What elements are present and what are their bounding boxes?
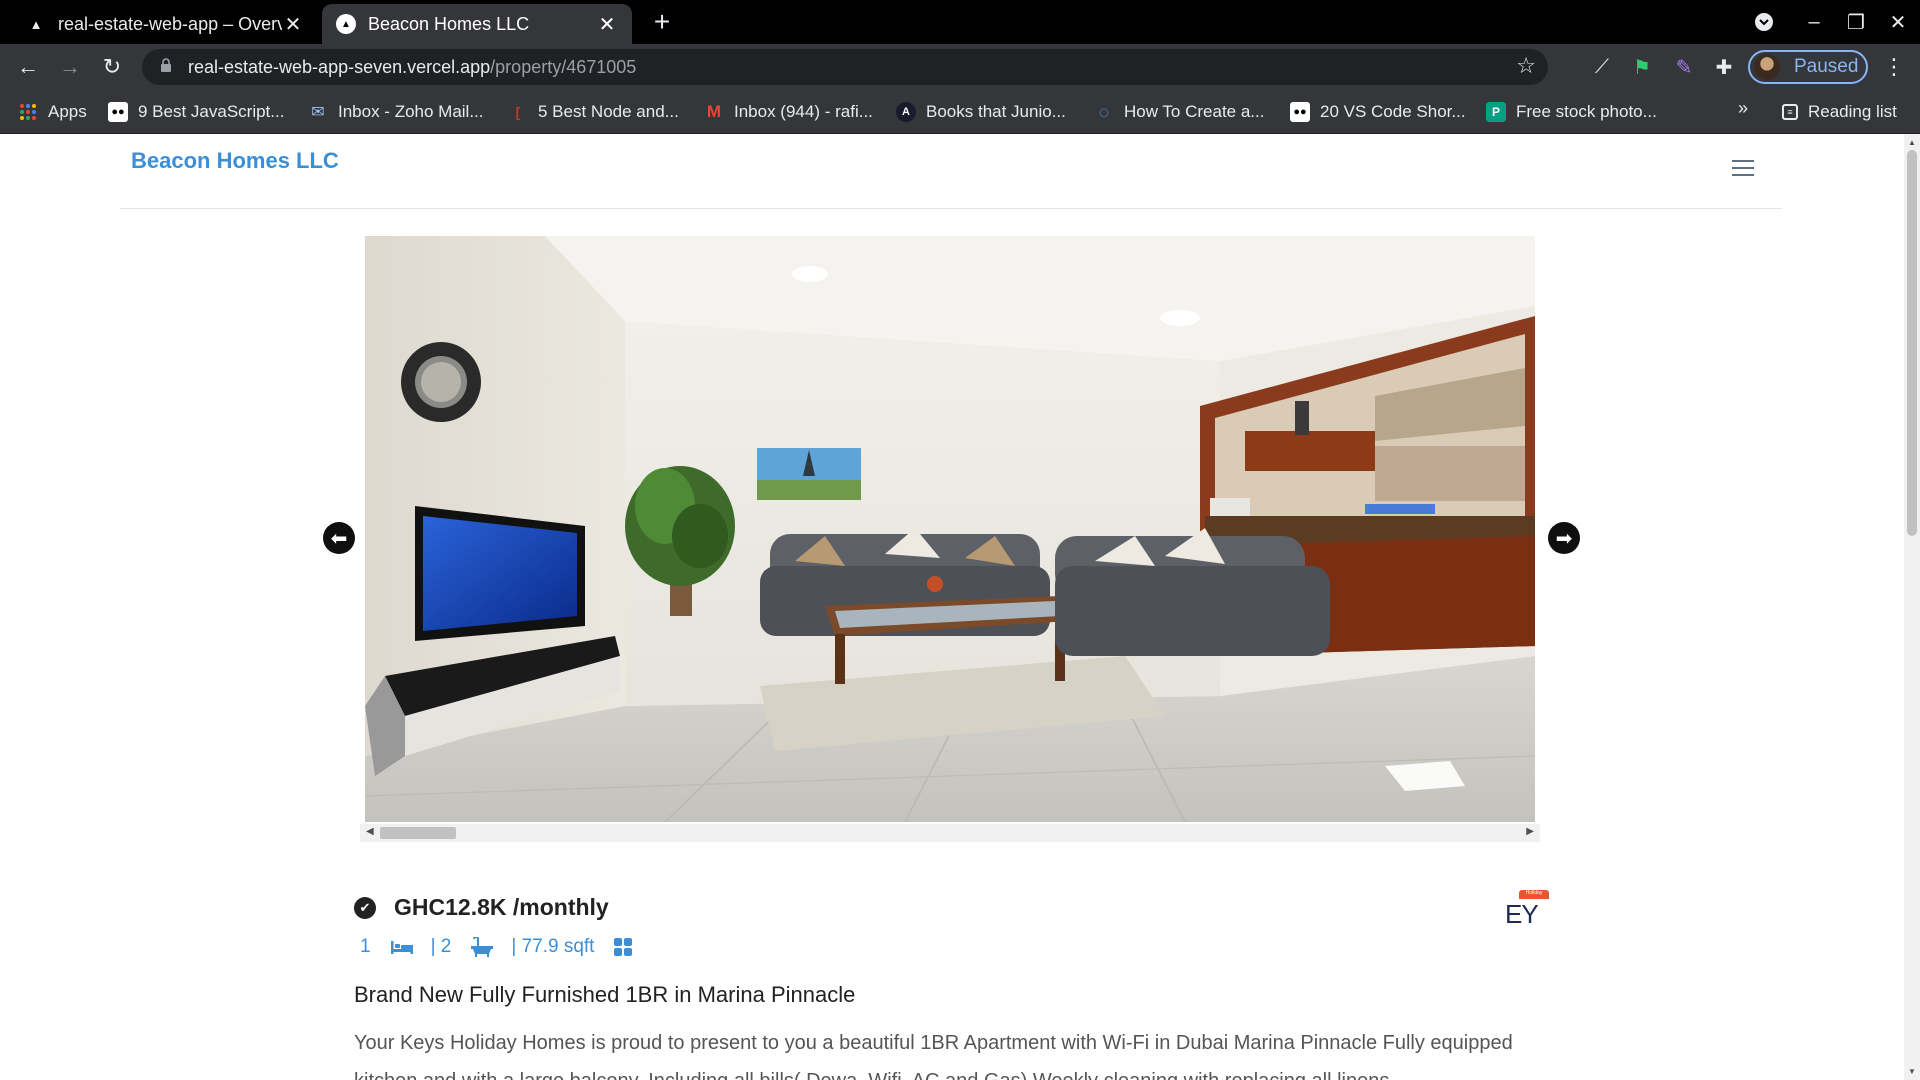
property-specs: 1 | 2 | 77.9 sqft — [360, 936, 650, 958]
extensions-puzzle-icon[interactable]: ✚ — [1710, 53, 1738, 81]
avatar — [1754, 54, 1780, 80]
reading-list-button[interactable]: ≡ Reading list — [1782, 98, 1897, 126]
browser-toolbar: ← → ↻ real-estate-web-app-seven.vercel.a… — [0, 44, 1920, 90]
minimize-button[interactable]: – — [1794, 6, 1834, 38]
browser-tab-bar: ▲ real-estate-web-app – Overview ✕ ▲ Bea… — [0, 0, 1920, 44]
kebab-menu-icon[interactable]: ⋮ — [1880, 53, 1908, 81]
reading-list-label: Reading list — [1808, 102, 1897, 121]
bookmark-label: Books that Junio... — [926, 102, 1066, 121]
bookmarks-bar: Apps ●● 9 Best JavaScript... ✉ Inbox - Z… — [0, 90, 1920, 134]
bookmark-item[interactable]: ●● 9 Best JavaScript... — [108, 98, 284, 126]
bath-icon — [471, 937, 494, 957]
bookmark-item[interactable]: ✉ Inbox - Zoho Mail... — [308, 98, 484, 126]
back-arrow-icon[interactable]: ← — [12, 51, 44, 83]
scrollbar-thumb[interactable] — [380, 827, 456, 839]
site-brand-link[interactable]: Beacon Homes LLC — [131, 148, 339, 174]
bookmark-star-icon[interactable]: ☆ — [1516, 53, 1536, 79]
url-host: real-estate-web-app-seven.vercel.app — [188, 56, 491, 77]
scroll-left-icon[interactable]: ◀ — [366, 826, 374, 837]
bookmark-item[interactable]: ◌ How To Create a... — [1094, 98, 1265, 126]
bookmark-label: Apps — [48, 102, 87, 121]
new-tab-button[interactable]: + — [646, 6, 678, 38]
bracket-icon: [ — [515, 104, 521, 120]
medium-icon: ●● — [1290, 102, 1310, 122]
page-content: Beacon Homes LLC ⬅ ➡ ◀ ▶ ✔ GHC12.8K /mon… — [0, 134, 1920, 1080]
url-path: /property/4671005 — [490, 56, 637, 77]
carousel-scrollbar[interactable]: ◀ ▶ — [360, 824, 1540, 842]
vercel-triangle-icon: ▲ — [336, 14, 356, 34]
medium-icon: ●● — [108, 102, 128, 122]
bookmark-item[interactable]: A Books that Junio... — [896, 98, 1066, 126]
page-scrollbar[interactable]: ▲ ▼ — [1904, 134, 1920, 1080]
bookmark-label: 9 Best JavaScript... — [138, 102, 285, 121]
pexels-icon: P — [1486, 102, 1506, 122]
profile-status: Paused — [1794, 56, 1859, 77]
extension-runner-icon[interactable]: ⚑ — [1628, 53, 1656, 81]
address-bar[interactable]: real-estate-web-app-seven.vercel.app/pro… — [142, 49, 1548, 85]
a-badge-icon: A — [896, 102, 916, 122]
property-title: Brand New Fully Furnished 1BR in Marina … — [354, 982, 856, 1007]
reading-list-icon: ≡ — [1782, 104, 1798, 120]
zoho-mail-icon: ✉ — [311, 104, 325, 121]
agency-logo: Holiday EY — [1505, 890, 1551, 929]
rooms-count: 1 — [360, 936, 371, 957]
scroll-right-icon[interactable]: ▶ — [1526, 826, 1534, 837]
bookmark-apps[interactable]: Apps — [18, 98, 87, 126]
baths-count: | 2 — [430, 936, 452, 957]
close-window-button[interactable]: ✕ — [1878, 6, 1918, 38]
verified-check-icon: ✔ — [354, 896, 376, 919]
bookmark-label: Free stock photo... — [1516, 102, 1657, 121]
bookmark-label: 5 Best Node and... — [538, 102, 679, 121]
close-icon[interactable]: ✕ — [282, 12, 304, 37]
divider — [120, 208, 1782, 209]
apps-grid-icon — [18, 102, 38, 122]
tab-beacon-homes[interactable]: ▲ Beacon Homes LLC ✕ — [322, 4, 632, 44]
price-row: ✔ GHC12.8K /monthly — [354, 894, 609, 921]
property-photo — [365, 236, 1535, 822]
profile-button[interactable]: Paused — [1748, 50, 1868, 84]
hamburger-menu-icon[interactable] — [1732, 160, 1754, 176]
scroll-up-icon[interactable]: ▲ — [1908, 138, 1916, 147]
bookmarks-overflow-button[interactable]: » — [1738, 98, 1748, 119]
blue-c-icon: ◌ — [1098, 101, 1110, 122]
bookmark-item[interactable]: [ 5 Best Node and... — [508, 98, 679, 126]
extension-pen-icon[interactable]: ⟋ — [1588, 53, 1616, 81]
tab-search-icon[interactable] — [1744, 6, 1784, 38]
bookmark-item[interactable]: M Inbox (944) - rafi... — [704, 98, 873, 126]
bookmark-label: 20 VS Code Shor... — [1320, 102, 1466, 121]
property-price: GHC12.8K /monthly — [394, 894, 609, 920]
reload-icon[interactable]: ↻ — [96, 51, 128, 83]
carousel-prev-arrow-icon[interactable]: ⬅ — [323, 522, 355, 554]
forward-arrow-icon[interactable]: → — [54, 51, 86, 83]
agency-logo-letters: EY — [1505, 899, 1539, 929]
vercel-triangle-icon: ▲ — [29, 16, 43, 32]
url-text: real-estate-web-app-seven.vercel.app/pro… — [188, 57, 636, 78]
tab-title: Beacon Homes LLC — [368, 13, 530, 34]
scrollbar-thumb[interactable] — [1907, 150, 1917, 536]
grid-area-icon — [614, 938, 633, 956]
bookmark-item[interactable]: P Free stock photo... — [1486, 98, 1657, 126]
bookmark-label: Inbox - Zoho Mail... — [338, 102, 484, 121]
lock-icon — [156, 58, 176, 76]
tab-overview[interactable]: ▲ real-estate-web-app – Overview ✕ — [12, 4, 318, 44]
scroll-down-icon[interactable]: ▼ — [1908, 1067, 1916, 1076]
extension-feather-icon[interactable]: ✎ — [1670, 53, 1698, 81]
property-description: Your Keys Holiday Homes is proud to pres… — [354, 1032, 1513, 1080]
bookmark-item[interactable]: ●● 20 VS Code Shor... — [1290, 98, 1466, 126]
tab-title: real-estate-web-app – Overview — [58, 13, 282, 34]
carousel-next-arrow-icon[interactable]: ➡ — [1548, 522, 1580, 554]
gmail-icon: M — [706, 102, 722, 121]
restore-button[interactable]: ❐ — [1836, 6, 1876, 38]
bookmark-label: How To Create a... — [1124, 102, 1265, 121]
close-icon[interactable]: ✕ — [596, 12, 618, 37]
area-size: | 77.9 sqft — [511, 936, 595, 957]
bed-icon — [390, 939, 413, 955]
bookmark-label: Inbox (944) - rafi... — [734, 102, 873, 121]
agency-logo-tag: Holiday — [1519, 890, 1549, 899]
